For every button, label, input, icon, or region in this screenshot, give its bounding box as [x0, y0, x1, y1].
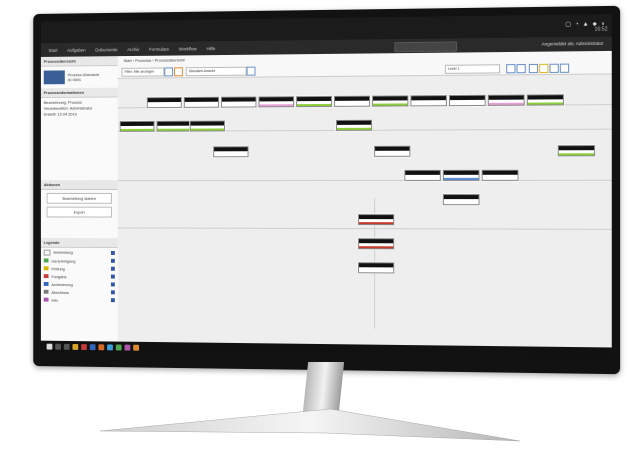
process-node[interactable]	[358, 238, 395, 250]
detail-line: Erstellt: 12.04.2019	[43, 111, 77, 117]
legend-item[interactable]: Info	[41, 296, 118, 305]
pencil-icon[interactable]	[246, 66, 256, 76]
process-node[interactable]	[487, 94, 525, 106]
toggle-icon[interactable]	[110, 274, 115, 279]
process-node[interactable]	[221, 96, 257, 108]
zoom-out-icon[interactable]	[516, 64, 526, 74]
process-node[interactable]	[526, 94, 564, 106]
process-node[interactable]	[189, 120, 225, 132]
connector	[117, 227, 612, 230]
app-icon[interactable]	[81, 344, 87, 351]
legend-swatch	[43, 258, 49, 263]
fit-icon[interactable]	[528, 63, 539, 74]
legend-swatch	[43, 274, 49, 279]
filter-select[interactable]: Filter: Alle anzeigen	[121, 67, 165, 77]
process-node[interactable]	[358, 262, 395, 274]
sidebar: Prozessübersicht Prozess Übersicht ID 00…	[40, 56, 119, 342]
process-node[interactable]	[442, 169, 480, 181]
nav-item-hilfe[interactable]: Hilfe	[207, 46, 216, 51]
actions-header: Aktionen	[40, 180, 118, 190]
nav-item-archiv[interactable]: Archiv	[127, 47, 139, 52]
profile-id: ID 0001	[67, 77, 82, 83]
legend-swatch	[43, 289, 49, 294]
app-icon[interactable]	[115, 344, 122, 351]
app-icon[interactable]	[124, 344, 131, 351]
process-node[interactable]	[372, 95, 409, 107]
process-node[interactable]	[557, 145, 596, 157]
fullscreen-icon[interactable]	[559, 63, 570, 73]
edit-icon[interactable]	[164, 67, 174, 77]
clock: 16:52	[594, 26, 608, 33]
nav-item-dokumente[interactable]: Dokumente	[95, 47, 117, 52]
process-node[interactable]	[296, 95, 332, 108]
screen: ▢ ◔ ▲ ⬥ ◑ 16:52 Start Aufgaben Dokumente…	[40, 14, 612, 360]
task-view-icon[interactable]	[63, 343, 70, 350]
toggle-icon[interactable]	[110, 282, 115, 287]
process-diagram[interactable]	[117, 75, 612, 347]
search-input[interactable]	[394, 41, 458, 53]
process-node[interactable]	[156, 120, 192, 132]
toggle-icon[interactable]	[110, 266, 115, 271]
process-node[interactable]	[481, 169, 519, 181]
export-button[interactable]: Export	[46, 206, 112, 218]
legend-item[interactable]: Anmeldung	[41, 248, 118, 257]
app-icon[interactable]	[89, 344, 96, 351]
filter-icon[interactable]	[174, 67, 183, 77]
toggle-icon[interactable]	[110, 298, 115, 303]
nav-item-aufgaben[interactable]: Aufgaben	[67, 47, 86, 52]
app-icon[interactable]	[107, 344, 113, 351]
nav-item-workflow[interactable]: Workflow	[179, 46, 197, 51]
process-node[interactable]	[146, 97, 182, 109]
process-node[interactable]	[258, 96, 295, 108]
user-label[interactable]: Angemeldet als: Administrator	[541, 41, 603, 47]
legend-swatch	[43, 281, 49, 286]
app-icon[interactable]	[98, 344, 105, 351]
process-node[interactable]	[213, 146, 249, 158]
profile-thumbnail	[43, 70, 65, 85]
legend-swatch	[43, 249, 51, 256]
process-node[interactable]	[358, 214, 395, 226]
main-area: Start › Prozesse › Prozessübersicht Filt…	[117, 50, 612, 348]
legend-header: Legende	[40, 237, 118, 249]
folder-icon[interactable]	[72, 343, 79, 350]
details-header: Prozessinformationen	[40, 87, 118, 99]
level-select[interactable]: Level 1	[444, 64, 501, 74]
process-node[interactable]	[374, 145, 411, 157]
search-icon[interactable]	[55, 343, 61, 350]
legend-swatch	[43, 266, 49, 271]
print-icon[interactable]	[539, 63, 549, 74]
connector	[117, 179, 612, 182]
process-node[interactable]	[119, 120, 155, 132]
process-node[interactable]	[442, 194, 480, 206]
view-select[interactable]: Standard-Ansicht	[185, 66, 247, 77]
app-icon[interactable]	[133, 344, 140, 351]
process-node[interactable]	[448, 94, 486, 107]
start-processing-button[interactable]: Bearbeitung starten	[46, 192, 112, 204]
monitor-stand-base	[100, 408, 520, 442]
start-icon[interactable]	[46, 343, 53, 350]
export-icon[interactable]	[549, 63, 559, 73]
process-node[interactable]	[183, 96, 220, 108]
zoom-in-icon[interactable]	[506, 64, 516, 74]
monitor-frame: ▢ ◔ ▲ ⬥ ◑ 16:52 Start Aufgaben Dokumente…	[33, 5, 621, 375]
nav-item-formulare[interactable]: Formulare	[149, 46, 169, 51]
process-node[interactable]	[333, 95, 371, 107]
nav-item-start[interactable]: Start	[49, 47, 58, 52]
process-node[interactable]	[410, 95, 447, 107]
toggle-icon[interactable]	[110, 258, 115, 263]
legend-swatch	[43, 297, 49, 302]
process-node[interactable]	[404, 169, 441, 181]
process-node[interactable]	[335, 119, 373, 131]
toggle-icon[interactable]	[110, 290, 115, 295]
toggle-icon[interactable]	[110, 250, 115, 255]
